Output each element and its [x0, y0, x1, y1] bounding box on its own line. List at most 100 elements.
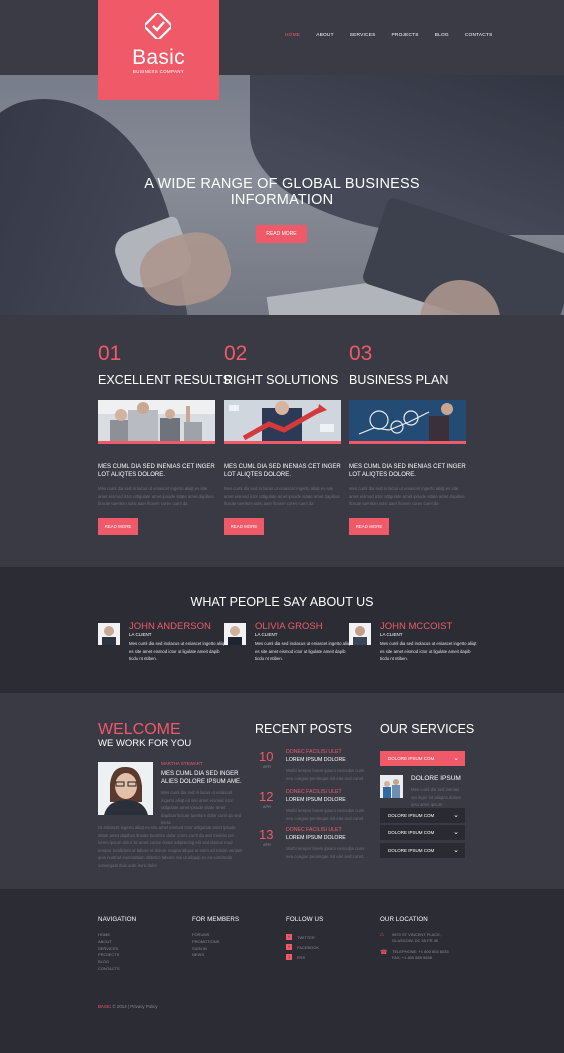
feature-read-more-button[interactable]: READ MORE — [224, 518, 264, 535]
footer-link[interactable]: CONTACTS — [98, 966, 136, 973]
testimonial-role: LA CLIENT — [255, 632, 278, 637]
info-section: WELCOME WE WORK FOR YOU MARTHA STEWART M… — [0, 693, 564, 889]
welcome-title: WELCOME — [98, 721, 181, 738]
nav-home[interactable]: HOME — [285, 33, 300, 38]
logo-check-icon — [145, 13, 171, 39]
footer-link[interactable]: BLOG — [98, 959, 136, 966]
hero-title: A WIDE RANGE OF GLOBAL BUSINESS INFORMAT… — [100, 176, 464, 208]
nav-services[interactable]: SERVICES — [350, 33, 376, 38]
testimonial-name: JOHN ANDERSON — [129, 621, 211, 632]
welcome-body-extended: Ut eniascet ingerto aliiqt es site amet … — [98, 825, 243, 868]
service-panel-text: Mes cuml dia sed inenias cet inger lot a… — [411, 787, 461, 807]
phone-number: TELEPHONE: +1 800 603 6035 — [392, 949, 449, 954]
post-subtitle: LOREM IPSUM DOLORE — [286, 835, 346, 841]
footer-link[interactable]: HOME — [98, 932, 136, 939]
logo-name: Basic — [132, 46, 185, 69]
footer-link[interactable]: NEWS — [192, 952, 239, 959]
post-month: APR — [263, 805, 271, 809]
twitter-icon: t — [286, 934, 292, 940]
chevron-down-icon: ⌄ — [453, 755, 459, 762]
testimonial-name: OLIVIA GROSH — [255, 621, 323, 632]
post-day: 10 — [259, 749, 274, 764]
footer-location: OUR LOCATION ⌂ 9870 ST VINCENT PLACE, GL… — [380, 916, 449, 966]
avatar — [98, 623, 120, 645]
welcome-person-name: MARTHA STEWART — [161, 761, 203, 766]
feature-number: 02 — [224, 342, 248, 365]
hero-read-more-button[interactable]: READ MORE — [256, 225, 307, 243]
nav-projects[interactable]: PROJECTS — [392, 33, 419, 38]
feature-read-more-button[interactable]: READ MORE — [98, 518, 138, 535]
post-title[interactable]: DONEC FACILISI ULET — [286, 789, 342, 795]
feature-title: RIGHT SOLUTIONS — [224, 373, 339, 387]
footer-follow: FOLLOW US t TWITTER f FACEBOOK ) RSS — [286, 916, 323, 962]
feature-heading: MES CUML DIA SED INENIAS CET INGER LOT A… — [98, 464, 215, 478]
social-twitter[interactable]: t TWITTER — [286, 932, 323, 942]
footer-link[interactable]: ABOUT — [98, 939, 136, 946]
testimonial-text: Mes cuml dia sed inolacus ut eniascet in… — [255, 641, 352, 661]
avatar — [224, 623, 246, 645]
phone: ☎ TELEPHONE: +1 800 603 6035 FAX: +1 800… — [380, 949, 449, 960]
footer-link[interactable]: PROJECTS — [98, 952, 136, 959]
nav-blog[interactable]: BLOG — [435, 33, 449, 38]
service-label: DOLORE IPSUM COM. — [388, 756, 436, 761]
post-month: APR — [263, 843, 271, 847]
testimonials-title: WHAT PEOPLE SAY ABOUT US — [190, 595, 374, 609]
post-text: Morbi tempor lorem ipsum nesculps cumi e… — [286, 846, 365, 859]
social-facebook[interactable]: f FACEBOOK — [286, 942, 323, 952]
testimonial-role: LA CLIENT — [380, 632, 403, 637]
footer-heading: FOR MEMBERS — [192, 916, 240, 923]
feature-body: Mes cuml dia sed in lacus ut eniascet in… — [224, 486, 340, 506]
service-image — [380, 775, 403, 798]
post-text: Morbi tempor lorem ipsum nesculps cumi e… — [286, 768, 365, 781]
feature-number: 03 — [349, 342, 373, 365]
nav-contacts[interactable]: CONTACTS — [465, 33, 493, 38]
address-line2: GLASGOW, DC 45 FR 45 — [392, 937, 439, 943]
feature-image-solutions[interactable] — [224, 400, 341, 444]
post-day: 13 — [259, 827, 274, 842]
footer-link[interactable]: FORUMS — [192, 932, 239, 939]
avatar — [349, 623, 371, 645]
footer-navigation: NAVIGATION HOME ABOUT SERVICES PROJECTS … — [98, 916, 136, 973]
nav-about[interactable]: ABOUT — [316, 33, 334, 38]
service-accordion-item[interactable]: DOLORE IPSUM COM ⌄ — [380, 843, 465, 858]
service-label: DOLORE IPSUM COM — [388, 813, 435, 818]
footer-heading: NAVIGATION — [98, 916, 137, 923]
service-accordion-item[interactable]: DOLORE IPSUM COM ⌄ — [380, 825, 465, 840]
facebook-icon: f — [286, 944, 292, 950]
post-title[interactable]: DONEC FACILISI ULET — [286, 749, 342, 755]
copyright: BASIC © 2014 | Privacy Policy — [98, 1004, 158, 1009]
welcome-photo — [98, 762, 153, 815]
logo[interactable]: Basic BUSINESS COMPANY — [98, 0, 219, 100]
post-text: Morbi tempor lorem ipsum nesculps cumi e… — [286, 808, 365, 821]
recent-posts-title: RECENT POSTS — [255, 722, 353, 736]
service-panel-title: DOLORE IPSUM — [411, 775, 461, 782]
hero-title-line2: INFORMATION — [230, 192, 334, 208]
testimonial-text: Mes cuml dia sed inolacus ut eniascet in… — [129, 641, 226, 661]
service-accordion-item[interactable]: DOLORE IPSUM COM ⌄ — [380, 808, 465, 823]
post-title[interactable]: DONEC FACILISI ULET — [286, 827, 342, 833]
feature-image-results[interactable] — [98, 400, 215, 444]
service-accordion-active[interactable]: DOLORE IPSUM COM. ⌄ — [380, 751, 465, 766]
copyright-text[interactable]: © 2014 | Privacy Policy — [112, 1004, 157, 1009]
address-line1: 9870 ST VINCENT PLACE, — [392, 932, 441, 937]
feature-image-plan[interactable] — [349, 400, 466, 444]
feature-heading: MES CUML DIA SED INENIAS CET INGER LOT A… — [224, 464, 341, 478]
copyright-brand: BASIC — [98, 1004, 112, 1009]
service-label: DOLORE IPSUM COM — [388, 848, 435, 853]
footer-link[interactable]: SERVICES — [98, 946, 136, 953]
social-rss[interactable]: ) RSS — [286, 952, 323, 962]
social-label: FACEBOOK — [297, 944, 320, 950]
feature-title: EXCELLENT RESULTS — [98, 373, 231, 387]
feature-body: Mes cuml dia sed in lacus ut eniascet in… — [349, 486, 465, 506]
post-subtitle: LOREM IPSUM DOLORE — [286, 797, 346, 803]
feature-read-more-button[interactable]: READ MORE — [349, 518, 389, 535]
address: ⌂ 9870 ST VINCENT PLACE, GLASGOW, DC 45 … — [380, 932, 449, 943]
footer-link[interactable]: PROMOTIONS — [192, 939, 239, 946]
footer-link[interactable]: SIGN IN — [192, 946, 239, 953]
fax-number: FAX: +1 800 889 9898 — [392, 954, 432, 960]
home-icon: ⌂ — [380, 932, 384, 938]
welcome-subtitle: WE WORK FOR YOU — [98, 738, 192, 749]
testimonial-name: JOHN MCCOIST — [380, 621, 453, 632]
post-subtitle: LOREM IPSUM DOLORE — [286, 757, 346, 763]
hero-title-line1: A WIDE RANGE OF GLOBAL BUSINESS — [144, 176, 420, 192]
